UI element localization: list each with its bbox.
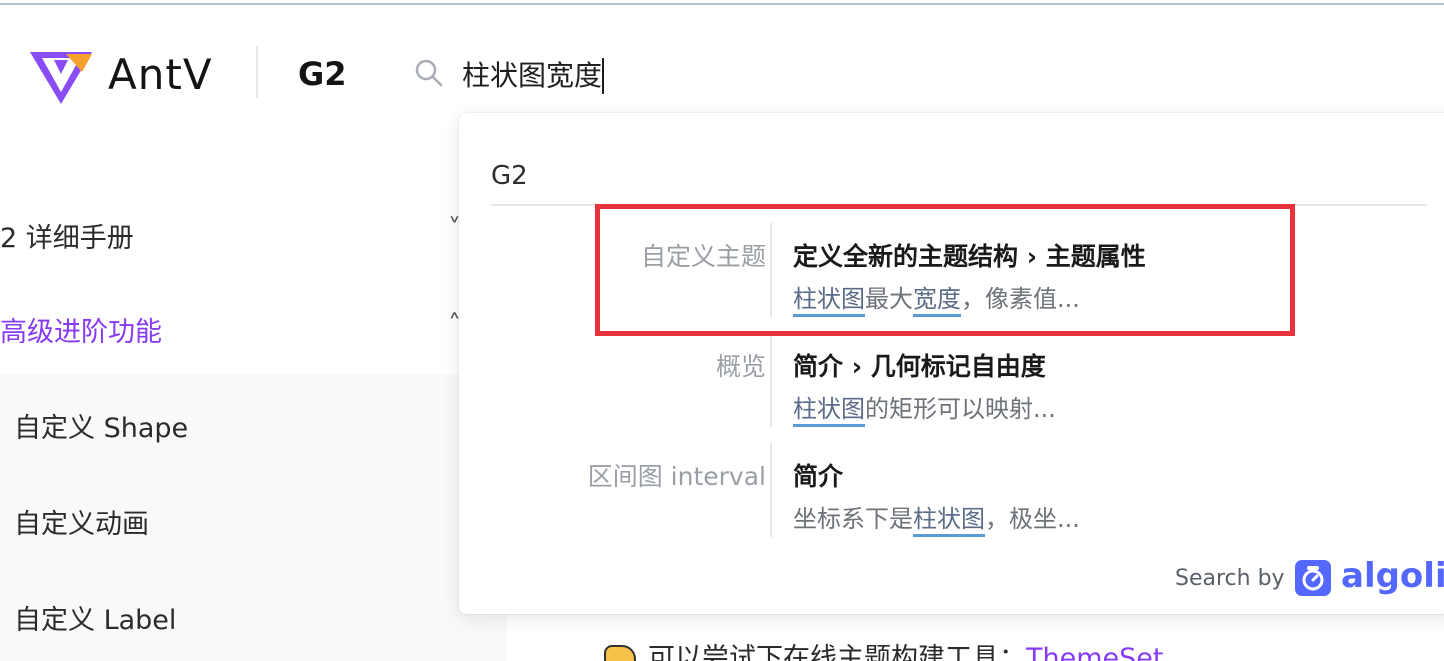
search-result[interactable]: 概览 简介 › 几何标记自由度 柱状图的矩形可以映射... <box>459 333 1444 429</box>
result-snippet: 坐标系下是柱状图，极坐... <box>793 499 1080 537</box>
search-input[interactable] <box>462 52 1062 96</box>
page: AntV G2 2 详细手册 ˅ 高级进阶功能 ˄ 自定义 Shape 自定义动… <box>0 0 1444 661</box>
pointing-hand-icon <box>604 645 636 661</box>
themeset-link[interactable]: ThemeSet <box>1026 643 1163 661</box>
sidebar-item-custom-label[interactable]: 自定义 Label <box>14 598 176 637</box>
brand-name[interactable]: AntV <box>108 50 213 100</box>
result-divider <box>770 443 772 537</box>
snippet-text: ，极坐... <box>985 505 1080 533</box>
result-snippet: 柱状图的矩形可以映射... <box>793 389 1056 427</box>
sidebar-item-custom-animation[interactable]: 自定义动画 <box>14 502 149 541</box>
search-icon <box>414 58 444 90</box>
sidebar-nav: 2 详细手册 ˅ 高级进阶功能 ˄ 自定义 Shape 自定义动画 自定义 La… <box>0 134 507 661</box>
match-highlight: 柱状图 <box>913 505 985 537</box>
product-name[interactable]: G2 <box>298 54 347 94</box>
result-title: 简介 <box>793 462 844 491</box>
content-line: 可以尝试下在线主题构建工具：ThemeSet <box>604 636 1163 661</box>
antv-logo-icon[interactable] <box>26 46 96 106</box>
result-title: 简介 › 几何标记自由度 <box>793 352 1046 381</box>
sidebar-group-manual[interactable]: 2 详细手册 <box>0 216 134 255</box>
browser-top-border <box>0 0 1444 5</box>
annotation-highlight-box <box>595 204 1295 336</box>
sidebar-subitems: 自定义 Shape 自定义动画 自定义 Label <box>0 374 507 661</box>
result-divider <box>770 333 772 427</box>
search-by-label: Search by <box>1175 566 1285 591</box>
content-text: 可以尝试下在线主题构建工具： <box>648 643 1026 661</box>
results-category: G2 <box>491 161 528 191</box>
search-result[interactable]: 区间图 interval 简介 坐标系下是柱状图，极坐... <box>459 443 1444 539</box>
result-section: 区间图 interval <box>587 462 766 491</box>
snippet-text: 坐标系下是 <box>793 505 913 533</box>
snippet-text: 的矩形可以映射... <box>865 395 1056 423</box>
search-results-dropdown: G2 自定义主题 定义全新的主题结构 › 主题属性 柱状图最大宽度，像素值...… <box>459 113 1444 614</box>
match-highlight: 柱状图 <box>793 395 865 427</box>
sidebar-item-custom-shape[interactable]: 自定义 Shape <box>14 406 188 445</box>
algolia-wordmark: algolia <box>1341 556 1444 596</box>
algolia-logo-icon <box>1295 560 1331 596</box>
sidebar-group-advanced[interactable]: 高级进阶功能 <box>0 310 162 349</box>
text-caret <box>602 58 604 94</box>
header-divider <box>256 46 258 98</box>
result-section: 概览 <box>715 352 766 381</box>
